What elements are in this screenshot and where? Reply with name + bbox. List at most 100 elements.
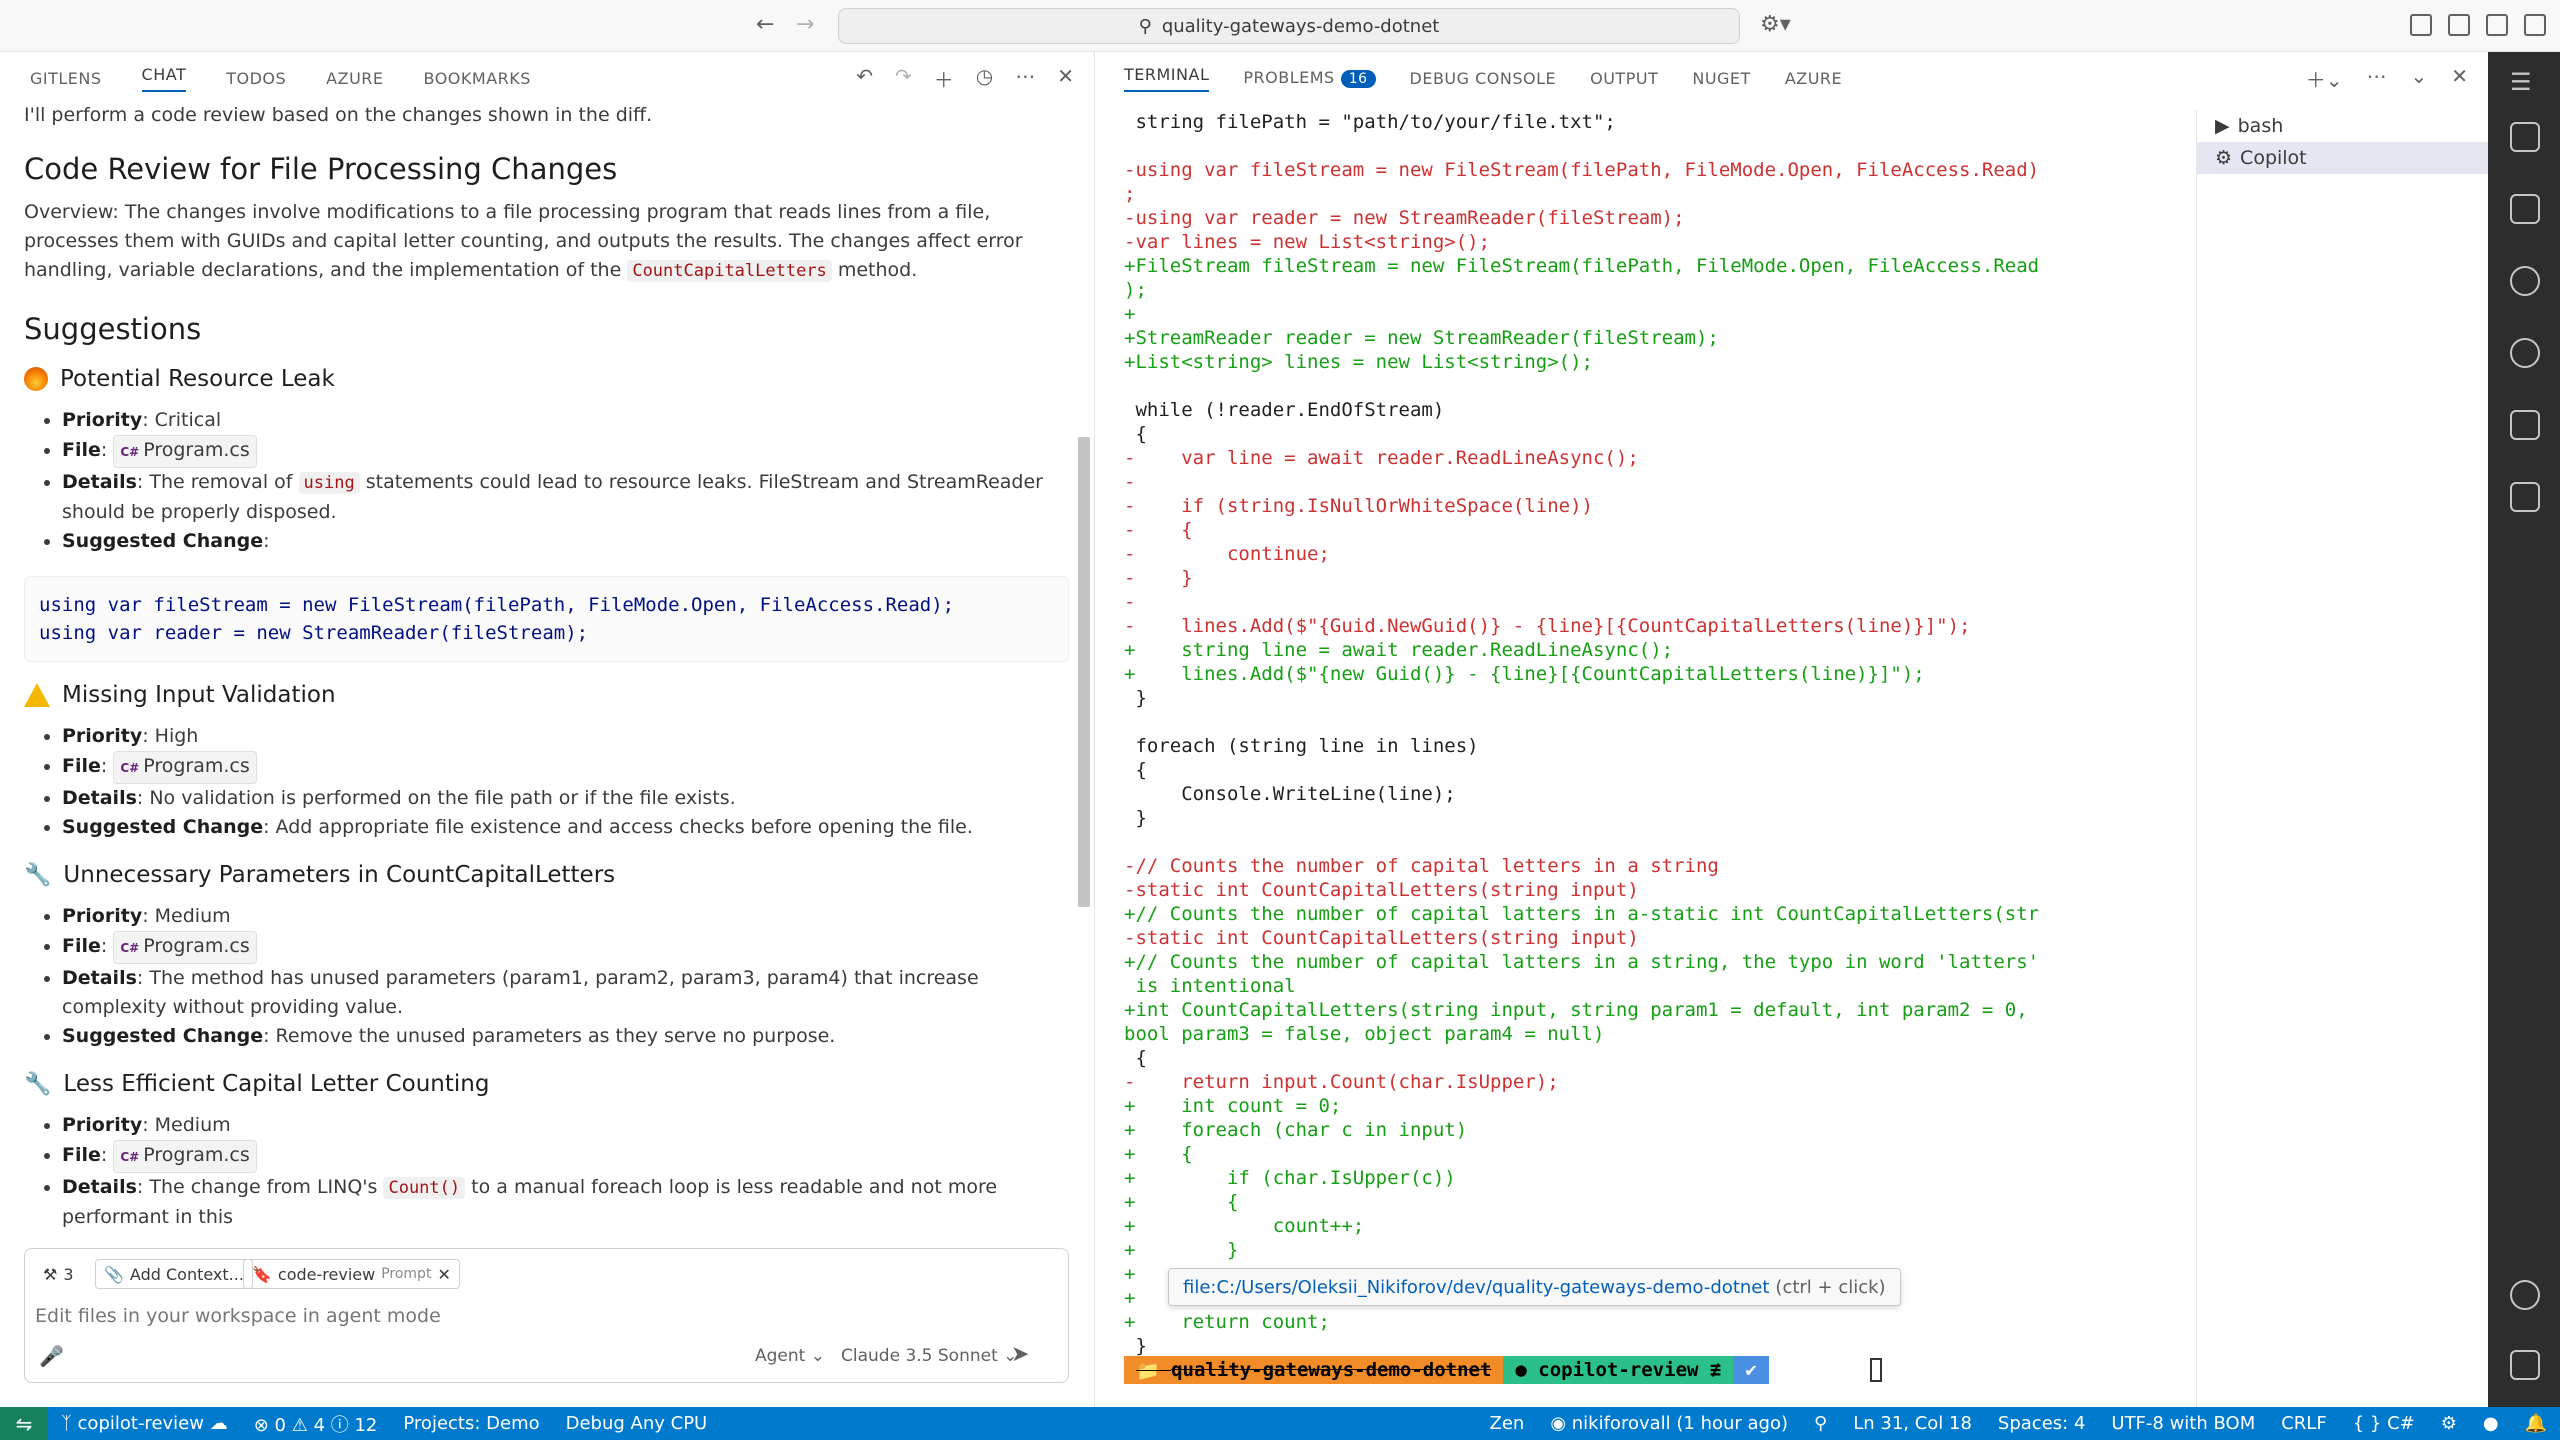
value: : No validation is performed on the file…	[136, 787, 736, 809]
file-chip[interactable]: C# Program.cs	[113, 931, 257, 964]
back-arrow-icon[interactable]: ←	[756, 12, 774, 37]
terminal-output[interactable]: string filePath = "path/to/your/file.txt…	[1124, 110, 2169, 1410]
sync-icon: ☁	[209, 1413, 228, 1434]
forward-arrow-icon[interactable]: →	[796, 12, 814, 37]
status-projects[interactable]: Projects: Demo	[390, 1413, 552, 1434]
shell-prompt: 📁 quality-gateways-demo-dotnet ● copilot…	[1124, 1356, 1769, 1384]
status-branch[interactable]: ᛉ copilot-review ☁	[48, 1413, 241, 1434]
list-item: File: C#Program.cs	[62, 931, 1069, 964]
terminal-icon: ▶	[2215, 115, 2230, 137]
close-icon[interactable]: ✕	[437, 1265, 450, 1284]
tab-azure[interactable]: AZURE	[1785, 69, 1842, 88]
new-terminal-icon[interactable]: ＋⌄	[2306, 64, 2343, 93]
mode-label: Agent	[755, 1346, 806, 1366]
tab-azure[interactable]: AZURE	[326, 69, 383, 88]
terminal-line: + string line = await reader.ReadLineAsy…	[1124, 639, 1674, 661]
menu-icon[interactable]: ☰	[2510, 68, 2532, 96]
prompt-branch: ● copilot-review ≢	[1503, 1356, 1734, 1384]
status-zen[interactable]: Zen	[1477, 1413, 1538, 1434]
status-eol[interactable]: CRLF	[2268, 1413, 2339, 1434]
close-icon[interactable]: ✕	[1057, 64, 1074, 93]
explorer-icon[interactable]	[2510, 194, 2540, 224]
code-block[interactable]: using var fileStream = new FileStream(fi…	[24, 576, 1069, 662]
new-chat-icon[interactable]: ＋	[934, 64, 954, 93]
account-icon[interactable]	[2510, 1280, 2540, 1310]
copilot-chat-icon[interactable]	[2510, 122, 2540, 152]
tab-nuget[interactable]: NUGET	[1692, 69, 1750, 88]
status-debug-config[interactable]: Debug Any CPU	[553, 1413, 721, 1434]
toggle-panel-icon[interactable]	[2486, 14, 2508, 36]
chevron-down-icon[interactable]: ⌄	[2410, 64, 2427, 93]
extension-status-icon[interactable]: ●	[2470, 1413, 2512, 1434]
prompt-chip[interactable]: 🔖 code-review Prompt ✕	[243, 1259, 460, 1289]
microphone-icon[interactable]: 🎤	[39, 1344, 64, 1368]
undo-icon[interactable]: ↶	[856, 64, 873, 93]
file-chip[interactable]: C# Program.cs	[113, 435, 257, 468]
issue-title: Potential Resource Leak	[60, 366, 335, 392]
redo-icon[interactable]: ↷	[895, 64, 912, 93]
status-problems[interactable]: ⊗ 0 ⚠ 4 ⓘ 12	[241, 1411, 391, 1437]
file-name: Program.cs	[143, 935, 250, 957]
tooltip-hint: (ctrl + click)	[1775, 1276, 1886, 1298]
tab-todos[interactable]: TODOS	[226, 69, 286, 88]
toggle-primary-sidebar-icon[interactable]	[2448, 14, 2470, 36]
warning-icon	[24, 683, 50, 707]
chat-input-field[interactable]: Edit files in your workspace in agent mo…	[35, 1305, 441, 1327]
send-icon[interactable]: ➤	[1011, 1342, 1029, 1367]
status-indentation[interactable]: Spaces: 4	[1985, 1413, 2098, 1434]
chat-scrollbar[interactable]	[1078, 437, 1090, 907]
panel-actions: ＋⌄ ⋯ ⌄ ✕	[2306, 64, 2468, 93]
status-encoding[interactable]: UTF-8 with BOM	[2098, 1413, 2268, 1434]
tooltip-link[interactable]: file:C:/Users/Oleksii_Nikiforov/dev/qual…	[1183, 1277, 1769, 1298]
more-icon[interactable]: ⋯	[2366, 64, 2386, 93]
bug-icon[interactable]	[2510, 410, 2540, 440]
tab-gitlens[interactable]: GITLENS	[30, 69, 102, 88]
panel-tabs: TERMINAL PROBLEMS 16 DEBUG CONSOLE OUTPUT…	[1096, 52, 2488, 104]
tab-output[interactable]: OUTPUT	[1590, 69, 1658, 88]
settings-icon[interactable]	[2510, 1350, 2540, 1380]
tab-chat[interactable]: CHAT	[141, 65, 187, 92]
zoom-icon[interactable]: ⚲	[1801, 1413, 1840, 1434]
prompt-chip-label: code-review	[277, 1264, 376, 1284]
copilot-icon[interactable]: ⚙▾	[1760, 12, 1791, 37]
chat-input-toolbar: 🎤 Agent ⌄ Claude 3.5 Sonnet ⌄ ➤	[25, 1342, 1068, 1372]
terminal-line: -var lines = new List<string>();	[1124, 231, 1491, 253]
close-icon[interactable]: ✕	[2451, 64, 2468, 93]
chat-response: I'll perform a code review based on the …	[24, 104, 1069, 1279]
status-language[interactable]: { } C#	[2340, 1413, 2428, 1434]
activity-bar: ☰	[2488, 52, 2560, 1407]
copilot-status-icon[interactable]: ⚙	[2428, 1413, 2470, 1434]
command-center-search[interactable]: ⚲ quality-gateways-demo-dotnet	[838, 8, 1740, 44]
mode-picker[interactable]: Agent ⌄	[755, 1346, 825, 1366]
file-chip[interactable]: C# Program.cs	[113, 751, 257, 784]
notifications-icon[interactable]: 🔔	[2512, 1413, 2560, 1434]
terminal-line: - }	[1124, 567, 1193, 589]
source-control-icon[interactable]	[2510, 266, 2540, 296]
tab-debug-console[interactable]: DEBUG CONSOLE	[1410, 69, 1557, 88]
add-context-button[interactable]: 📎 Add Context...	[95, 1259, 253, 1289]
label: Priority	[62, 1114, 143, 1136]
more-icon[interactable]: ⋯	[1015, 64, 1035, 93]
tab-problems[interactable]: PROBLEMS 16	[1243, 68, 1376, 88]
tab-terminal[interactable]: TERMINAL	[1124, 65, 1210, 92]
status-cursor-position[interactable]: Ln 31, Col 18	[1840, 1413, 1985, 1434]
terminal-line: string filePath = "path/to/your/file.txt…	[1124, 111, 1616, 133]
terminal-line: + if (char.IsUpper(c))	[1124, 1167, 1456, 1189]
layout-grid-icon[interactable]	[2410, 14, 2432, 36]
testing-icon[interactable]	[2510, 482, 2540, 512]
suggestions-heading: Suggestions	[24, 312, 202, 346]
model-picker[interactable]: Claude 3.5 Sonnet ⌄	[841, 1346, 1017, 1366]
run-debug-icon[interactable]	[2510, 338, 2540, 368]
tab-bookmarks[interactable]: BOOKMARKS	[424, 69, 531, 88]
history-icon[interactable]: ◷	[976, 64, 993, 93]
issue-details-list: Priority: Critical File: C#Program.cs De…	[62, 406, 1069, 556]
terminal-item-label: Copilot	[2240, 147, 2307, 169]
status-blame[interactable]: ◉ nikiforovall (1 hour ago)	[1537, 1413, 1801, 1434]
remote-indicator[interactable]: ⇋	[0, 1407, 48, 1440]
file-chip[interactable]: C# Program.cs	[113, 1140, 257, 1173]
csharp-file-icon: C#	[120, 445, 140, 459]
warning-icon: ⚠	[291, 1414, 314, 1436]
tools-button[interactable]: ⚒ 3	[35, 1259, 82, 1289]
toggle-secondary-sidebar-icon[interactable]	[2524, 14, 2546, 36]
